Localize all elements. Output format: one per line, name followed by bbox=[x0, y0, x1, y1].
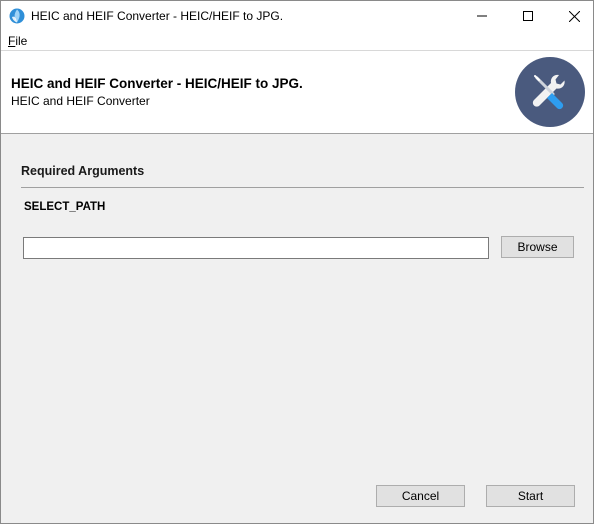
section-heading: Required Arguments bbox=[21, 164, 145, 178]
window-title: HEIC and HEIF Converter - HEIC/HEIF to J… bbox=[31, 9, 284, 23]
select-path-input[interactable] bbox=[23, 237, 489, 259]
header-title: HEIC and HEIF Converter - HEIC/HEIF to J… bbox=[11, 76, 303, 91]
maximize-icon bbox=[523, 11, 533, 21]
start-button[interactable]: Start bbox=[486, 485, 575, 507]
section-divider bbox=[21, 187, 584, 188]
header-subtitle: HEIC and HEIF Converter bbox=[11, 94, 150, 108]
menu-file[interactable]: File bbox=[8, 34, 27, 48]
close-icon bbox=[568, 10, 580, 22]
maximize-button[interactable] bbox=[505, 1, 551, 31]
title-bar: HEIC and HEIF Converter - HEIC/HEIF to J… bbox=[1, 1, 593, 31]
minimize-icon bbox=[477, 15, 487, 17]
tools-icon bbox=[515, 57, 585, 127]
app-window: HEIC and HEIF Converter - HEIC/HEIF to J… bbox=[0, 0, 594, 524]
browse-button[interactable]: Browse bbox=[501, 236, 574, 258]
minimize-button[interactable] bbox=[459, 1, 505, 31]
app-logo-icon bbox=[9, 8, 25, 24]
close-button[interactable] bbox=[551, 1, 593, 31]
cancel-button[interactable]: Cancel bbox=[376, 485, 465, 507]
header-panel: HEIC and HEIF Converter - HEIC/HEIF to J… bbox=[1, 50, 593, 134]
menu-file-label: ile bbox=[15, 34, 28, 48]
select-path-label: SELECT_PATH bbox=[24, 201, 106, 213]
menu-bar: File bbox=[1, 31, 593, 50]
